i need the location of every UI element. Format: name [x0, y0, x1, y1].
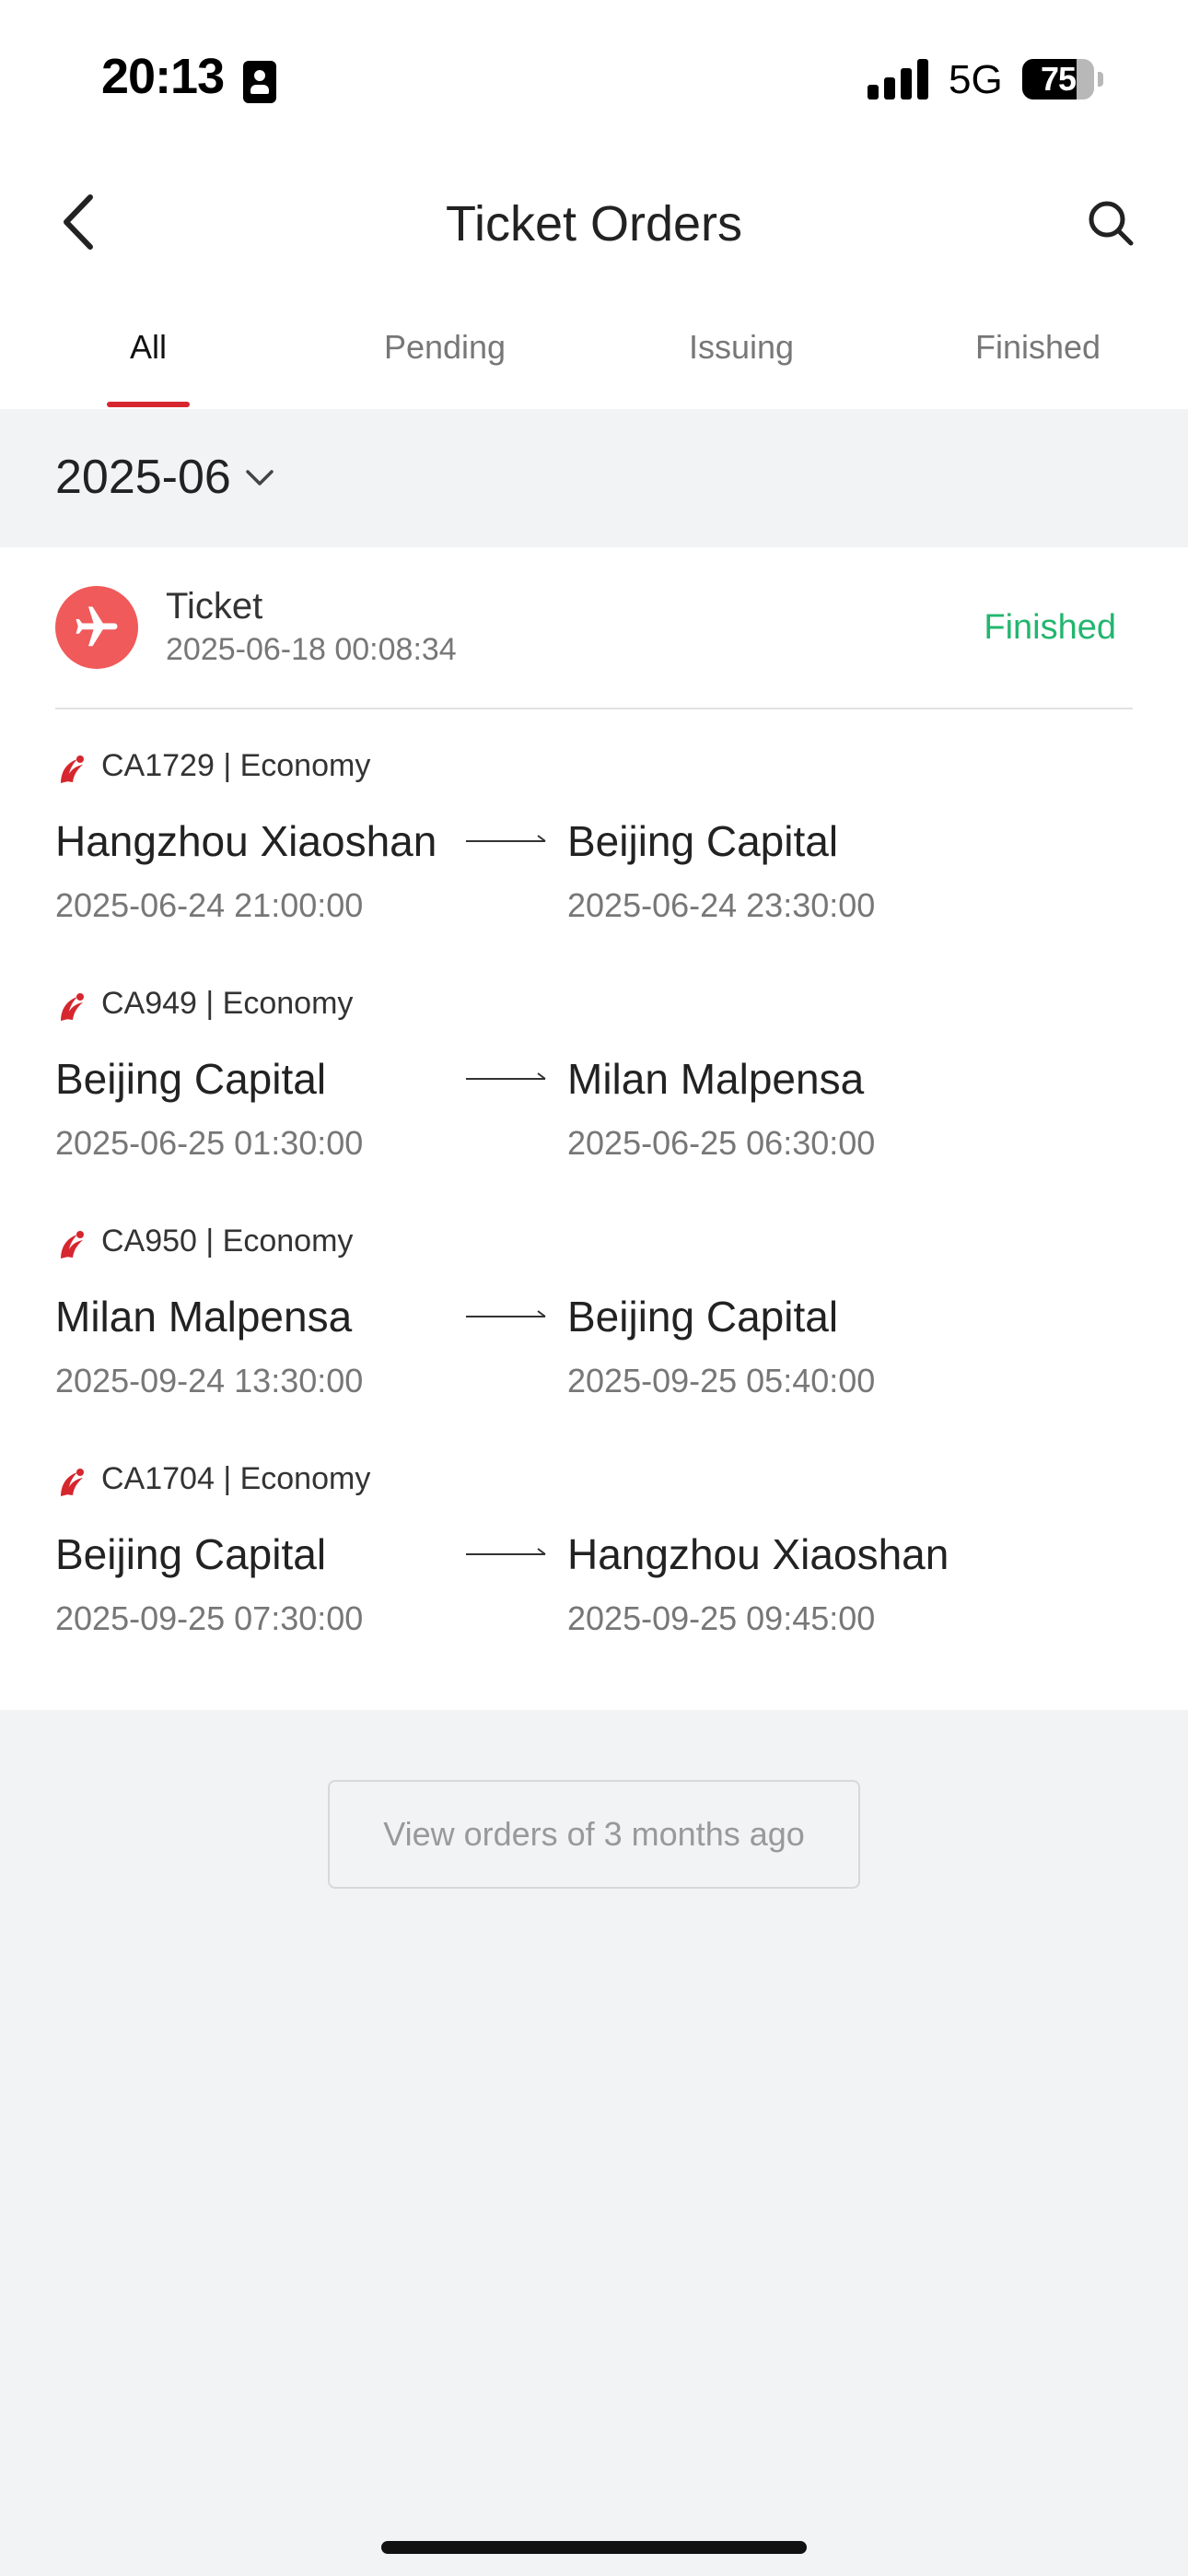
battery-icon: 75	[1022, 59, 1094, 100]
departure-time: 2025-06-24 21:00:00	[55, 886, 364, 924]
air-china-logo-icon	[61, 1231, 84, 1259]
status-time: 20:13	[101, 49, 225, 104]
home-indicator[interactable]	[381, 2541, 807, 2554]
month-label: 2025-06	[55, 451, 231, 504]
departure-airport: Beijing Capital	[55, 1530, 327, 1578]
view-older-orders-button[interactable]: View orders of 3 months ago	[328, 1780, 860, 1889]
order-created-time: 2025-06-18 00:08:34	[166, 632, 457, 667]
divider	[55, 708, 1133, 709]
flight-segment: CA1704 | Economy Beijing Capital Hangzho…	[0, 1446, 1188, 1668]
tab-pending[interactable]: Pending	[297, 328, 593, 367]
flight-number-class: CA1729 | Economy	[101, 748, 371, 783]
airplane-icon	[76, 606, 118, 647]
flight-segment: CA949 | Economy Beijing Capital Milan Ma…	[0, 971, 1188, 1192]
month-selector[interactable]: 2025-06	[55, 448, 275, 507]
arrival-time: 2025-06-25 06:30:00	[567, 1124, 876, 1162]
battery-level: 75	[1040, 60, 1077, 98]
air-china-logo-icon	[61, 993, 84, 1021]
order-status: Finished	[984, 608, 1116, 647]
order-title: Ticket	[166, 586, 263, 626]
flight-number-class: CA950 | Economy	[101, 1224, 354, 1259]
page-title: Ticket Orders	[445, 196, 743, 252]
departure-airport: Beijing Capital	[55, 1055, 327, 1103]
battery-cap	[1098, 72, 1103, 87]
flight-number-class: CA1704 | Economy	[101, 1461, 371, 1496]
network-type: 5G	[949, 57, 1003, 102]
flight-segment: CA950 | Economy Milan Malpensa Beijing C…	[0, 1209, 1188, 1430]
arrow-right-icon	[466, 835, 546, 842]
id-card-icon	[243, 61, 276, 103]
arrival-airport: Beijing Capital	[567, 1293, 839, 1341]
departure-time: 2025-09-24 13:30:00	[55, 1362, 364, 1399]
ticket-icon-badge	[55, 586, 138, 669]
departure-airport: Hangzhou Xiaoshan	[55, 817, 437, 865]
arrow-right-icon	[466, 1072, 546, 1080]
air-china-logo-icon	[61, 755, 84, 783]
departure-time: 2025-09-25 07:30:00	[55, 1599, 364, 1637]
flight-number-class: CA949 | Economy	[101, 986, 354, 1021]
search-icon	[1089, 201, 1134, 246]
order-card[interactable]: Ticket 2025-06-18 00:08:34 Finished CA17…	[0, 547, 1188, 1710]
air-china-logo-icon	[61, 1469, 84, 1496]
flight-segment: CA1729 | Economy Hangzhou Xiaoshan Beiji…	[0, 733, 1188, 954]
arrival-airport: Beijing Capital	[567, 817, 839, 865]
arrival-time: 2025-06-24 23:30:00	[567, 886, 876, 924]
tab-finished[interactable]: Finished	[890, 328, 1186, 367]
arrival-airport: Hangzhou Xiaoshan	[567, 1530, 949, 1578]
arrow-right-icon	[466, 1310, 546, 1317]
search-button[interactable]	[1083, 195, 1138, 251]
arrival-time: 2025-09-25 09:45:00	[567, 1599, 876, 1637]
tab-issuing[interactable]: Issuing	[593, 328, 890, 367]
tab-all[interactable]: All	[0, 328, 297, 367]
signal-icon	[868, 59, 928, 100]
departure-airport: Milan Malpensa	[55, 1293, 353, 1341]
arrow-right-icon	[466, 1548, 546, 1555]
departure-time: 2025-06-25 01:30:00	[55, 1124, 364, 1162]
active-tab-indicator	[107, 402, 190, 407]
arrival-airport: Milan Malpensa	[567, 1055, 865, 1103]
arrival-time: 2025-09-25 05:40:00	[567, 1362, 876, 1399]
chevron-down-icon	[246, 470, 274, 486]
